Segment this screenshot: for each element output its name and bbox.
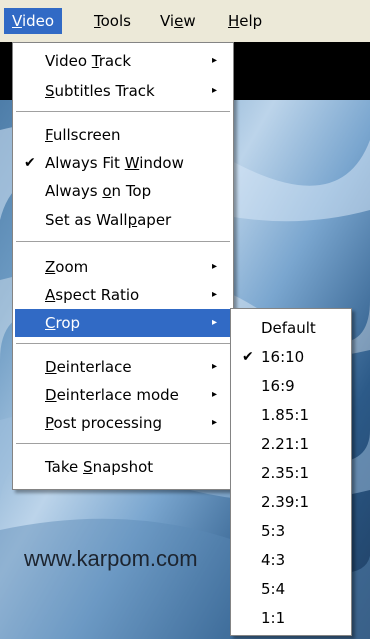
menu-item-take-snapshot[interactable]: Take Snapshot: [15, 453, 231, 481]
menu-item-always-on-top[interactable]: Always on Top: [15, 177, 231, 205]
menu-item-post-processing[interactable]: Post processing ▸: [15, 409, 231, 437]
submenu-arrow-icon: ▸: [211, 317, 217, 328]
crop-item-2-35-1[interactable]: 2.35:1: [233, 459, 349, 487]
crop-item-1-1[interactable]: 1:1: [233, 604, 349, 632]
menu-separator: [16, 241, 230, 243]
crop-item-4-3[interactable]: 4:3: [233, 546, 349, 574]
crop-item-default[interactable]: Default: [233, 314, 349, 342]
crop-item-16-10[interactable]: ✔ 16:10: [233, 343, 349, 371]
menu-view[interactable]: View: [152, 8, 204, 34]
submenu-arrow-icon: ▸: [211, 289, 217, 300]
submenu-arrow-icon: ▸: [211, 55, 217, 66]
menu-tools[interactable]: Tools: [86, 8, 139, 34]
crop-item-2-21-1[interactable]: 2.21:1: [233, 430, 349, 458]
menu-item-always-fit-window[interactable]: ✔ Always Fit Window: [15, 149, 231, 177]
crop-item-2-39-1[interactable]: 2.39:1: [233, 488, 349, 516]
menu-separator: [16, 443, 230, 445]
menu-help[interactable]: Help: [220, 8, 270, 34]
video-menu: Video Track ▸ Subtitles Track ▸ Fullscre…: [12, 42, 234, 490]
menu-separator: [16, 343, 230, 345]
menu-item-zoom[interactable]: Zoom ▸: [15, 253, 231, 281]
menu-item-fullscreen[interactable]: Fullscreen: [15, 121, 231, 149]
menu-item-deinterlace[interactable]: Deinterlace ▸: [15, 353, 231, 381]
menu-separator: [16, 111, 230, 113]
menu-item-aspect-ratio[interactable]: Aspect Ratio ▸: [15, 281, 231, 309]
menu-item-crop[interactable]: Crop ▸: [15, 309, 231, 337]
crop-item-5-3[interactable]: 5:3: [233, 517, 349, 545]
menu-item-deinterlace-mode[interactable]: Deinterlace mode ▸: [15, 381, 231, 409]
crop-submenu: Default ✔ 16:10 16:9 1.85:1 2.21:1 2.35:…: [230, 308, 352, 636]
menu-item-video-track[interactable]: Video Track ▸: [15, 47, 231, 75]
submenu-arrow-icon: ▸: [211, 389, 217, 400]
crop-item-16-9[interactable]: 16:9: [233, 372, 349, 400]
menu-item-subtitles-track[interactable]: Subtitles Track ▸: [15, 77, 231, 105]
checkmark-icon: ✔: [242, 349, 254, 365]
submenu-arrow-icon: ▸: [211, 261, 217, 272]
submenu-arrow-icon: ▸: [211, 417, 217, 428]
watermark-text: www.karpom.com: [24, 546, 198, 571]
checkmark-icon: ✔: [24, 155, 36, 171]
submenu-arrow-icon: ▸: [211, 85, 217, 96]
menu-video[interactable]: Video: [4, 8, 63, 34]
crop-item-1-85-1[interactable]: 1.85:1: [233, 401, 349, 429]
menu-item-set-as-wallpaper[interactable]: Set as Wallpaper: [15, 206, 231, 234]
crop-item-5-4[interactable]: 5:4: [233, 575, 349, 603]
submenu-arrow-icon: ▸: [211, 361, 217, 372]
menu-bar: Video Tools View Help: [0, 0, 370, 43]
